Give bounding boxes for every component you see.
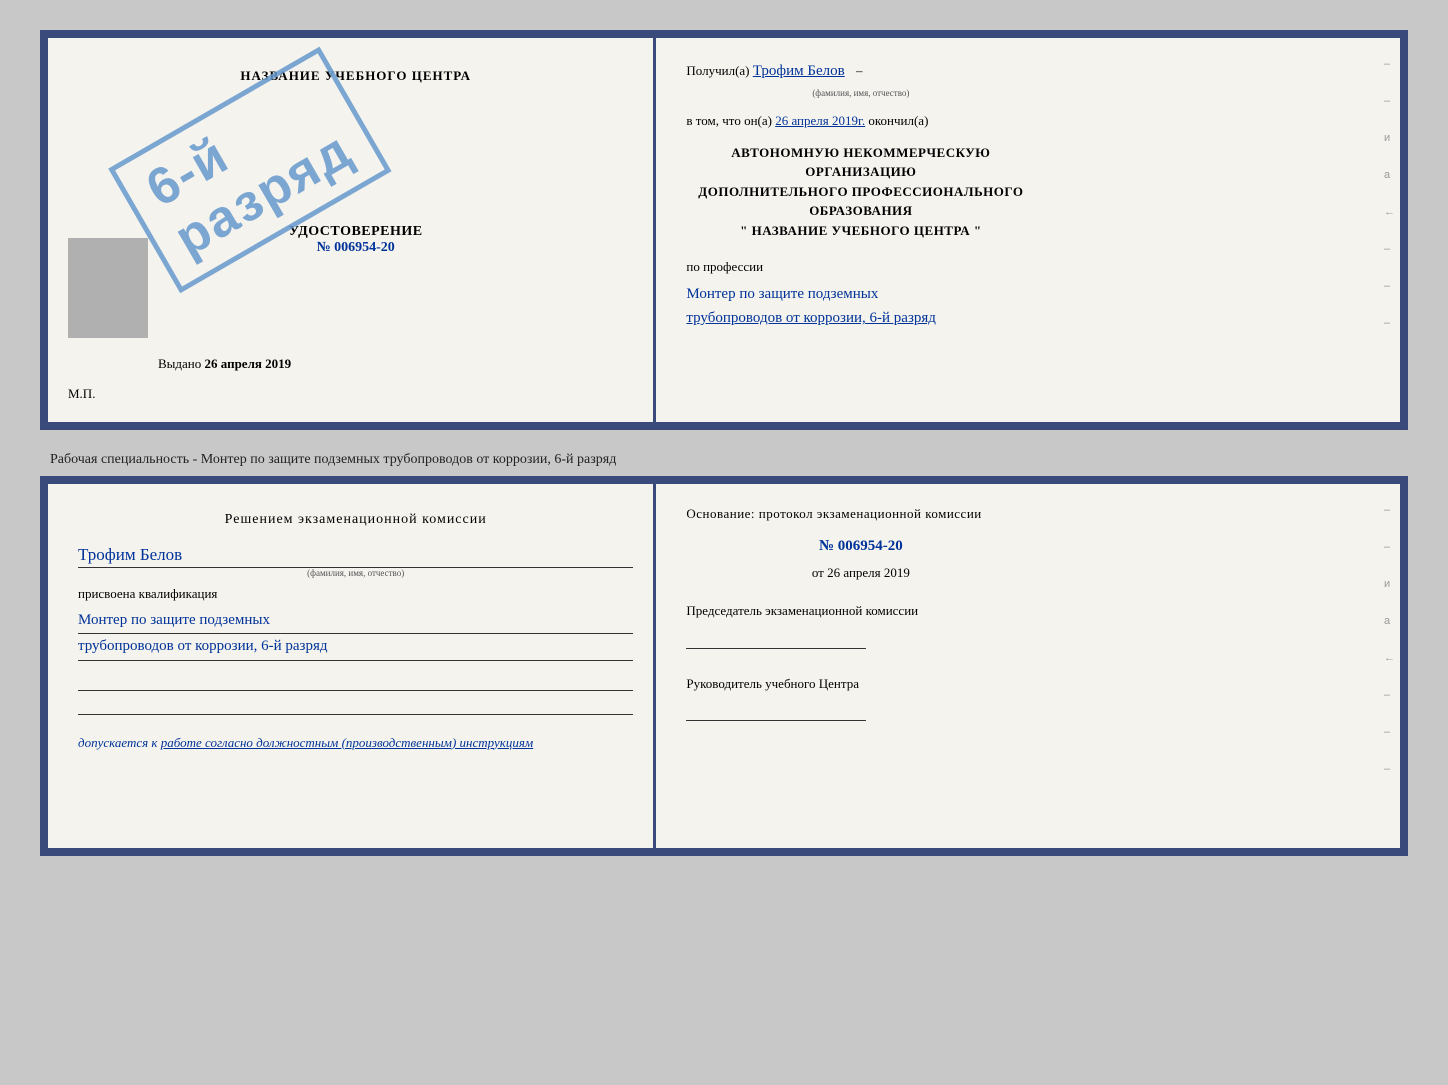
fio-top: Трофим Белов bbox=[753, 63, 845, 79]
qual-line1: Монтер по защите подземных bbox=[78, 608, 633, 635]
number-prefix: № bbox=[317, 240, 331, 255]
date-value-top: 26 апреля 2019г. bbox=[775, 113, 865, 128]
rukovoditel-label: Руководитель учебного Центра bbox=[686, 676, 859, 691]
vydano-block: Выдано 26 апреля 2019 bbox=[158, 356, 291, 372]
decorative-side-top: – – и а ← – – – bbox=[1384, 38, 1395, 422]
cert-bottom-left: Решением экзаменационной комиссии Трофим… bbox=[48, 484, 656, 848]
predsedatel-label: Председатель экзаменационной комиссии bbox=[686, 603, 918, 618]
rukovoditel-signature-line bbox=[686, 701, 866, 721]
udostoverenie-label: УДОСТОВЕРЕНИЕ bbox=[289, 224, 423, 240]
fio-block-bottom: Трофим Белов (фамилия, имя, отчество) bbox=[78, 545, 633, 578]
proto-prefix: № bbox=[819, 538, 834, 554]
decorative-side-bottom: – – и а ← – – – bbox=[1384, 484, 1395, 848]
dopuskaetsya-prefix: допускается к bbox=[78, 735, 158, 750]
okonchil-label: окончил(а) bbox=[868, 113, 928, 128]
predsedatel-signature-line bbox=[686, 629, 866, 649]
protocol-number: № 006954-20 bbox=[686, 538, 1035, 555]
po-professii-label: по профессии bbox=[686, 255, 1035, 278]
resheniem-label: Решением экзаменационной комиссии bbox=[78, 509, 633, 530]
org-line3: " НАЗВАНИЕ УЧЕБНОГО ЦЕНТРА " bbox=[686, 221, 1035, 241]
poluchil-label: Получил(а) bbox=[686, 63, 749, 78]
vydano-date: 26 апреля 2019 bbox=[205, 356, 292, 371]
rukovoditel-block: Руководитель учебного Центра bbox=[686, 674, 1035, 722]
vydano-label: Выдано bbox=[158, 356, 201, 371]
photo-placeholder bbox=[68, 238, 148, 338]
mp-label: М.П. bbox=[68, 386, 95, 402]
page-wrapper: НАЗВАНИЕ УЧЕБНОГО ЦЕНТРА 6-й разряд УДОС… bbox=[20, 20, 1428, 866]
predsedatel-block: Председатель экзаменационной комиссии bbox=[686, 601, 1035, 649]
separator-text: Рабочая специальность - Монтер по защите… bbox=[40, 442, 1408, 476]
profession-line2: трубопроводов от коррозии, 6-й разряд bbox=[686, 310, 936, 326]
profession-top: Монтер по защите подземных трубопроводов… bbox=[686, 282, 1035, 330]
org-line2: ДОПОЛНИТЕЛЬНОГО ПРОФЕССИОНАЛЬНОГО ОБРАЗО… bbox=[686, 182, 1035, 221]
dopuskaetsya-block: допускается к работе согласно должностны… bbox=[78, 735, 633, 751]
proto-number: 006954-20 bbox=[838, 538, 903, 554]
number-value: 006954-20 bbox=[334, 240, 395, 255]
osnovanie-label: Основание: протокол экзаменационной коми… bbox=[686, 504, 1035, 524]
vtom-line: в том, что он(а) 26 апреля 2019г. окончи… bbox=[686, 109, 1035, 132]
profession-line1: Монтер по защите подземных bbox=[686, 286, 878, 302]
cert-top-left: НАЗВАНИЕ УЧЕБНОГО ЦЕНТРА 6-й разряд УДОС… bbox=[48, 38, 656, 422]
ot-prefix: от bbox=[812, 565, 824, 580]
cert-number: № 006954-20 bbox=[317, 240, 395, 256]
cert-bottom-right-wrapper: Основание: протокол экзаменационной коми… bbox=[656, 484, 1400, 848]
qualification-block: Монтер по защите подземных трубопроводов… bbox=[78, 608, 633, 661]
cert-bottom-right: Основание: протокол экзаменационной коми… bbox=[656, 484, 1065, 742]
line-item-1 bbox=[78, 671, 633, 691]
ot-date: от 26 апреля 2019 bbox=[686, 565, 1035, 581]
line-item-2 bbox=[78, 695, 633, 715]
cert-top-right-wrapper: Получил(а) Трофим Белов – (фамилия, имя,… bbox=[656, 38, 1400, 422]
fio-sub-top: (фамилия, имя, отчество) bbox=[686, 85, 1035, 101]
cert-top-right: Получил(а) Трофим Белов – (фамилия, имя,… bbox=[656, 38, 1065, 350]
ot-date-value: 26 апреля 2019 bbox=[827, 565, 910, 580]
org-line1: АВТОНОМНУЮ НЕКОММЕРЧЕСКУЮ ОРГАНИЗАЦИЮ bbox=[686, 143, 1035, 182]
dopuskaetsya-value: работе согласно должностным (производств… bbox=[161, 735, 533, 750]
prisvoena-label: присвоена квалификация bbox=[78, 586, 633, 602]
poluchil-line: Получил(а) Трофим Белов – (фамилия, имя,… bbox=[686, 58, 1035, 101]
vtom-label: в том, что он(а) bbox=[686, 113, 772, 128]
qual-line2: трубопроводов от коррозии, 6-й разряд bbox=[78, 634, 633, 661]
top-certificate: НАЗВАНИЕ УЧЕБНОГО ЦЕНТРА 6-й разряд УДОС… bbox=[40, 30, 1408, 430]
bottom-certificate: Решением экзаменационной комиссии Трофим… bbox=[40, 476, 1408, 856]
bottom-lines bbox=[78, 671, 633, 715]
org-block-top: АВТОНОМНУЮ НЕКОММЕРЧЕСКУЮ ОРГАНИЗАЦИЮ ДО… bbox=[686, 143, 1035, 241]
fio-sub-bottom: (фамилия, имя, отчество) bbox=[78, 568, 633, 578]
fio-bottom: Трофим Белов bbox=[78, 545, 633, 568]
